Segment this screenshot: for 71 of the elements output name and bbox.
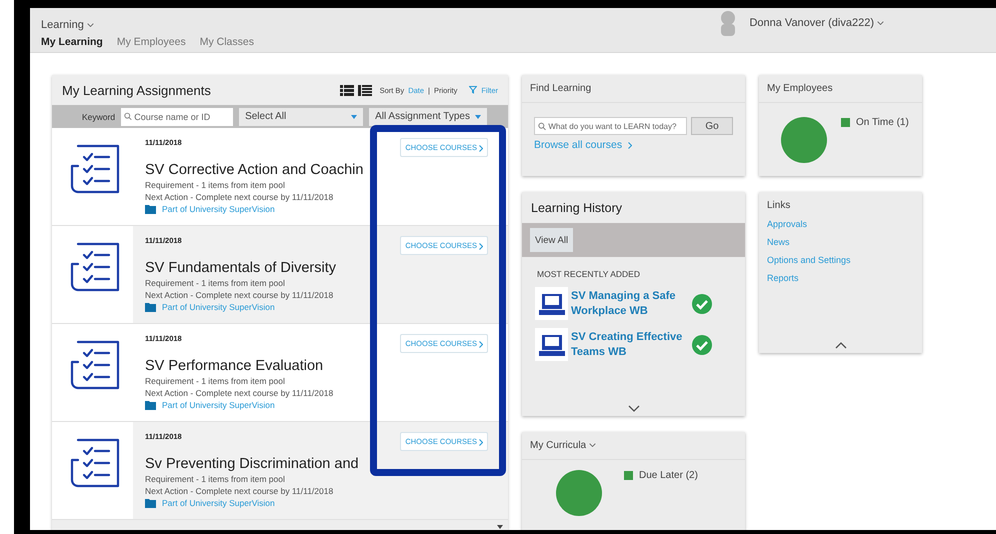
chevron-up-icon[interactable]	[834, 342, 846, 349]
course-link[interactable]: SV Managing a Safe Workplace WB	[571, 289, 689, 318]
next-action-text: Next Action - Complete next course by 11/11/2018	[145, 290, 334, 300]
assignment-title[interactable]: SV Corrective Action and Coachin	[145, 162, 400, 178]
status-select[interactable]: Select All	[239, 108, 364, 126]
chevron-right-icon	[479, 438, 483, 446]
keyword-field[interactable]: Course name or ID	[121, 108, 234, 126]
section-label: MOST RECENTLY ADDED	[536, 268, 641, 279]
folder-icon	[145, 400, 156, 410]
panel-title: My Learning Assignments	[62, 82, 211, 98]
chevron-right-icon	[628, 142, 632, 148]
search-icon	[538, 122, 546, 130]
nav-tab[interactable]: My Classes	[200, 36, 254, 48]
laptop-icon	[538, 292, 564, 316]
card-title: Links	[767, 200, 792, 211]
laptop-icon	[538, 332, 564, 356]
nav-tab[interactable]: My Learning	[41, 36, 103, 48]
curriculum-link[interactable]: Part of University SuperVision	[162, 498, 275, 508]
app-menu[interactable]: Learning	[41, 19, 94, 31]
filter-icon[interactable]	[469, 86, 478, 94]
learn-search-field[interactable]: What do you want to LEARN today?	[534, 117, 687, 135]
folder-icon	[145, 498, 156, 508]
chevron-right-icon	[479, 340, 483, 348]
chevron-down-icon	[86, 23, 94, 28]
browse-courses-link[interactable]: Browse all courses	[534, 139, 733, 151]
card-title: My Employees	[767, 83, 833, 94]
detail-view-icon[interactable]	[358, 84, 372, 96]
quick-link[interactable]: Approvals	[767, 219, 914, 229]
quick-link[interactable]: Options and Settings	[767, 255, 914, 265]
avatar-silhouette-icon	[719, 10, 738, 36]
card-title: Learning History	[531, 200, 622, 214]
requirement-text: Requirement - 1 items from item pool	[145, 474, 286, 484]
go-button[interactable]: Go	[691, 117, 733, 135]
folder-icon	[145, 204, 156, 214]
legend-label: Due Later (2)	[639, 470, 698, 481]
requirement-text: Requirement - 1 items from item pool	[145, 376, 286, 386]
chevron-down-icon[interactable]	[628, 405, 640, 412]
legend-label: On Time (1)	[856, 117, 909, 128]
next-action-text: Next Action - Complete next course by 11/11/2018	[145, 192, 334, 202]
quick-link[interactable]: Reports	[767, 273, 914, 283]
folder-icon	[145, 302, 156, 312]
chevron-right-icon	[479, 144, 483, 152]
learn-search-field[interactable]: What do you want to LEARN today?	[548, 122, 683, 130]
card-title: Find Learning	[530, 83, 592, 94]
list-view-icon[interactable]	[340, 84, 354, 96]
requirement-text: Requirement - 1 items from item pool	[145, 278, 286, 288]
user-menu[interactable]: Donna Vanover (diva222)	[749, 17, 884, 29]
requirement-text: Requirement - 1 items from item pool	[145, 180, 286, 190]
assignment-title[interactable]: SV Fundamentals of Diversity	[145, 260, 400, 276]
keyword-label: Keyword	[82, 112, 116, 122]
quick-link[interactable]: News	[767, 237, 914, 247]
chevron-down-icon	[589, 443, 596, 448]
assignment-title[interactable]: SV Performance Evaluation	[145, 358, 400, 374]
chevron-down-icon	[877, 21, 884, 26]
next-action-text: Next Action - Complete next course by 11/11/2018	[145, 486, 334, 496]
pie-chart-drawing	[556, 470, 602, 516]
pie-chart-drawing	[781, 117, 827, 163]
next-action-text: Next Action - Complete next course by 11/11/2018	[145, 388, 334, 398]
curriculum-link[interactable]: Part of University SuperVision	[162, 400, 275, 410]
keyword-field[interactable]: Course name or ID	[134, 112, 230, 122]
view-all-button[interactable]: View All	[530, 228, 574, 252]
nav-tab[interactable]: My Employees	[116, 36, 186, 48]
curriculum-link[interactable]: Part of University SuperVision	[162, 302, 275, 312]
scroll-down-icon[interactable]	[497, 525, 503, 529]
card-title[interactable]: My Curricula	[530, 440, 596, 451]
curriculum-link[interactable]: Part of University SuperVision	[162, 204, 275, 214]
assignment-title[interactable]: Sv Preventing Discrimination and	[145, 456, 400, 472]
type-select[interactable]: All Assignment Types	[369, 108, 488, 126]
chevron-right-icon	[479, 242, 483, 250]
search-icon	[124, 112, 132, 121]
course-link[interactable]: SV Creating Effective Teams WB	[571, 330, 689, 359]
